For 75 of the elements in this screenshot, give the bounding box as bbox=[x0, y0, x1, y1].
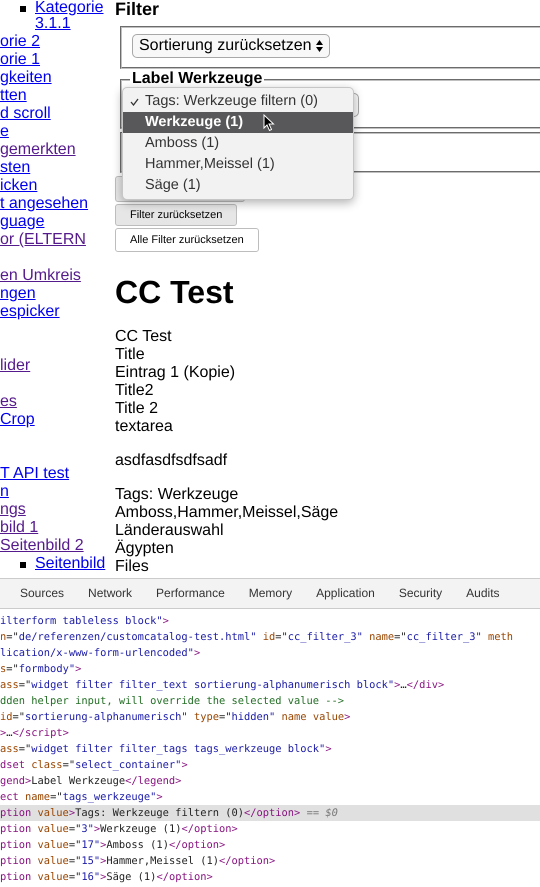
mouse-pointer-icon bbox=[263, 114, 275, 132]
code-line[interactable]: ption value="15">Hammer,Meissel (1)</option> bbox=[0, 853, 540, 869]
code-line[interactable]: >…</script> bbox=[0, 725, 540, 741]
code-line[interactable]: id="sortierung-alphanumerisch" type="hidden" name value> bbox=[0, 709, 540, 725]
code-line[interactable]: ass="widget filter filter_text sortierung-alphanumerisch block">…</div> bbox=[0, 677, 540, 693]
page-title: CC Test bbox=[115, 274, 235, 310]
code-line[interactable]: ass="widget filter filter_tags tags_werkzeuge block"> bbox=[0, 741, 540, 757]
devtools-tab[interactable]: Sources bbox=[8, 579, 76, 608]
code-line[interactable]: dden helper input, will override the selected value --> bbox=[0, 693, 540, 709]
filter-heading: Filter bbox=[115, 0, 160, 18]
bullet-icon bbox=[20, 6, 26, 12]
content-line: Länderauswahl bbox=[115, 522, 225, 540]
content-line: Tags: Werkzeuge bbox=[115, 486, 240, 504]
sidebar-link[interactable]: es bbox=[0, 394, 17, 410]
sidebar-link[interactable]: espicker bbox=[0, 304, 60, 320]
dropdown-option[interactable]: Hammer,Meissel (1) bbox=[123, 154, 353, 175]
sidebar-link[interactable]: gkeiten bbox=[0, 70, 52, 86]
code-line[interactable]: dset class="select_container"> bbox=[0, 757, 540, 773]
sidebar-link[interactable]: orie 2 bbox=[0, 34, 40, 50]
devtools-tab[interactable]: Network bbox=[76, 579, 144, 608]
code-line[interactable]: n="de/referenzen/customcatalog-test.html" id="cc_filter_3" name="cc_filter_3" meth bbox=[0, 629, 540, 645]
sidebar-link[interactable]: gemerkten bbox=[0, 142, 76, 158]
reset-button[interactable]: Filter zurücksetzen bbox=[115, 204, 238, 226]
sidebar-link[interactable]: lider bbox=[0, 358, 30, 374]
content-line: CC Test bbox=[115, 328, 173, 346]
sidebar-link[interactable]: ngs bbox=[0, 502, 26, 518]
devtools-tab[interactable]: Audits bbox=[454, 579, 512, 608]
code-line[interactable]: ilterform tableless block"> bbox=[0, 613, 540, 629]
sidebar-link[interactable]: Seitenbild bbox=[35, 556, 106, 572]
devtools-tab[interactable]: Security bbox=[386, 579, 454, 608]
sidebar-link[interactable]: d scroll bbox=[0, 106, 51, 122]
bullet-icon bbox=[20, 562, 26, 568]
sidebar-link[interactable]: n bbox=[0, 484, 9, 500]
sidebar-link[interactable]: en Umkreis bbox=[0, 268, 81, 284]
content-line: Title2 bbox=[115, 382, 155, 400]
content-line: asdfasdfsdfsadf bbox=[115, 452, 228, 470]
devtools-tab[interactable]: Performance bbox=[144, 579, 237, 608]
content-line: Title bbox=[115, 346, 146, 364]
content-line: textarea bbox=[115, 418, 174, 436]
sidebar-link[interactable]: t angesehen bbox=[0, 196, 88, 212]
sort-select[interactable]: Sortierung zurücksetzen bbox=[132, 34, 330, 58]
sidebar-link[interactable]: ngen bbox=[0, 286, 36, 302]
content-line: Eintrag 1 (Kopie) bbox=[115, 364, 236, 382]
code-line[interactable]: s="formbody"> bbox=[0, 661, 540, 677]
sidebar-link[interactable]: orie 1 bbox=[0, 52, 40, 68]
sidebar-link[interactable]: Kategorie 3.1.1 bbox=[35, 0, 110, 32]
code-line[interactable]: ption value="16">Säge (1)</option> bbox=[0, 869, 540, 885]
sidebar-link[interactable]: bild 1 bbox=[0, 520, 38, 536]
fieldset-legend: Label Werkzeuge bbox=[130, 70, 264, 88]
dropdown-option[interactable]: Tags: Werkzeuge filtern (0) bbox=[123, 91, 353, 112]
sidebar-link[interactable]: tten bbox=[0, 88, 27, 104]
dropdown-option[interactable]: Amboss (1) bbox=[123, 133, 353, 154]
sidebar-link[interactable]: e bbox=[0, 124, 9, 140]
content-line: Amboss,Hammer,Meissel,Säge bbox=[115, 504, 340, 522]
dropdown-option[interactable]: Werkzeuge (1) bbox=[123, 112, 353, 133]
sidebar-link[interactable]: sten bbox=[0, 160, 30, 176]
devtools-tab[interactable]: Memory bbox=[236, 579, 304, 608]
devtools-tab[interactable]: Application bbox=[304, 579, 387, 608]
code-line[interactable]: gend>Label Werkzeuge</legend> bbox=[0, 773, 540, 789]
content-line: Title 2 bbox=[115, 400, 159, 418]
sidebar-link[interactable]: or (ELTERN bbox=[0, 232, 86, 248]
sidebar-link[interactable]: Seitenbild 2 bbox=[0, 538, 84, 554]
sidebar-link[interactable]: T API test bbox=[0, 466, 70, 482]
code-line[interactable]: ption value="3">Werkzeuge (1)</option> bbox=[0, 821, 540, 837]
sidebar-link[interactable]: icken bbox=[0, 178, 38, 194]
reset-button[interactable]: Alle Filter zurücksetzen bbox=[115, 228, 259, 252]
dropdown-option[interactable]: Säge (1) bbox=[123, 175, 353, 196]
content-line: Ägypten bbox=[115, 540, 175, 558]
updown-icon bbox=[316, 40, 323, 52]
code-line[interactable]: lication/x-www-form-urlencoded"> bbox=[0, 645, 540, 661]
code-line[interactable]: ect name="tags_werkzeuge"> bbox=[0, 789, 540, 805]
sidebar-link[interactable]: Crop bbox=[0, 412, 35, 428]
sidebar-link[interactable]: guage bbox=[0, 214, 44, 230]
content-line: Files bbox=[115, 558, 150, 576]
code-line[interactable]: ption value="17">Amboss (1)</option> bbox=[0, 837, 540, 853]
